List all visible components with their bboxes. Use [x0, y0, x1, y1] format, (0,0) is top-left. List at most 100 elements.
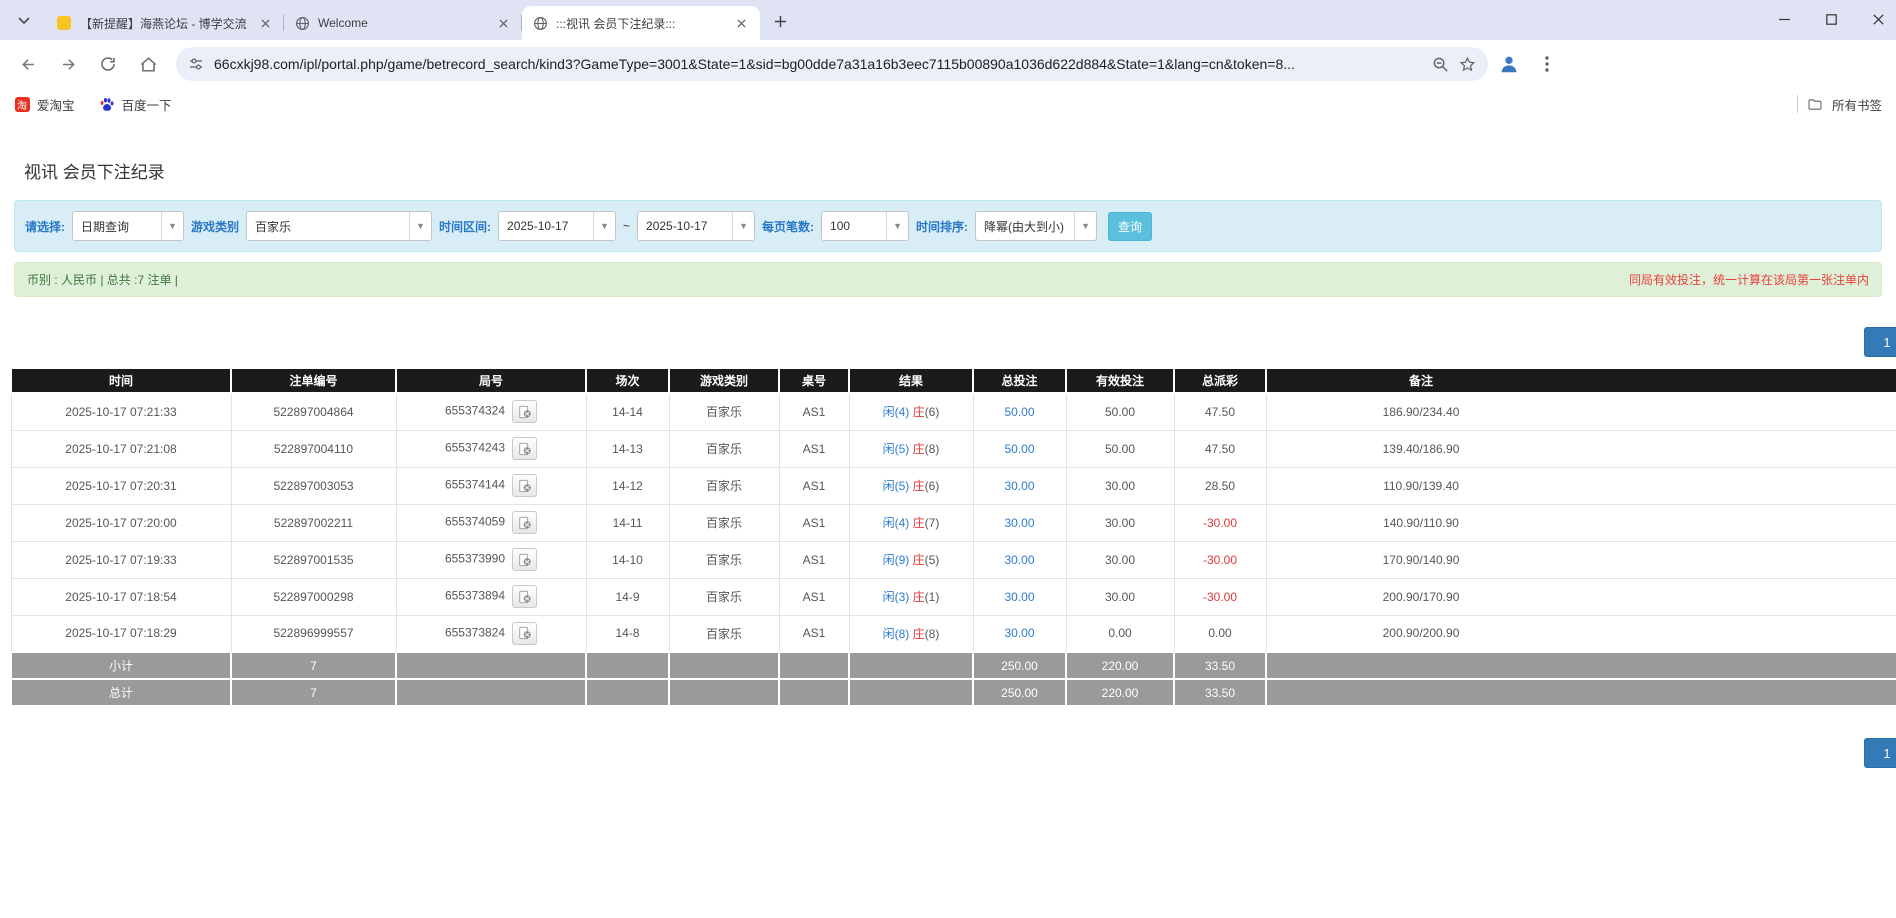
home-icon[interactable]	[130, 46, 166, 82]
maximize-icon[interactable]	[1808, 0, 1855, 38]
chevron-down-icon[interactable]: ▼	[409, 212, 431, 240]
game-type-select[interactable]: 百家乐▼	[246, 211, 432, 241]
video-replay-icon-button[interactable]	[512, 511, 537, 534]
sort-order-select[interactable]: 降幂(由大到小)▼	[975, 211, 1097, 241]
bookmarks-right: 所有书签	[1797, 95, 1882, 114]
taobao-icon: 淘	[14, 96, 30, 112]
summary-cell	[669, 652, 779, 679]
menu-kebab-icon[interactable]	[1530, 47, 1564, 81]
summary-cell	[396, 652, 586, 679]
table-row: 2025-10-17 07:20:31 522897003053 6553741…	[11, 467, 1896, 504]
cell-payout: 0.00	[1174, 615, 1266, 652]
column-header: 游戏类别	[669, 368, 779, 393]
bookmark-item[interactable]: 百度一下	[99, 95, 172, 114]
cell-total-bet: 30.00	[973, 615, 1066, 652]
zoom-icon[interactable]	[1432, 56, 1449, 73]
total-bet-link[interactable]: 30.00	[1004, 516, 1034, 530]
chevron-down-icon[interactable]: ▼	[161, 212, 183, 240]
profile-avatar-icon[interactable]	[1492, 47, 1526, 81]
cell-session: 14-9	[586, 578, 669, 615]
column-header: 场次	[586, 368, 669, 393]
forum-yellow-icon	[56, 15, 72, 31]
chevron-down-icon[interactable]: ▼	[1074, 212, 1096, 240]
forward-icon[interactable]	[50, 46, 86, 82]
cell-result: 闲(3) 庄(1)	[849, 578, 973, 615]
new-tab-button[interactable]	[766, 7, 794, 35]
cell-game-type: 百家乐	[669, 467, 779, 504]
browser-tab[interactable]: Welcome	[284, 6, 522, 40]
summary-row: 小计7250.00220.0033.50	[11, 652, 1896, 679]
cell-bet-number: 522897003053	[231, 467, 396, 504]
page-size-select[interactable]: 100▼	[821, 211, 909, 241]
pagination-button-bottom[interactable]: 1	[1864, 738, 1896, 768]
cell-table-number: AS1	[779, 541, 849, 578]
search-button[interactable]: 查询	[1108, 212, 1152, 241]
tab-close-icon[interactable]	[733, 15, 750, 32]
browser-tab[interactable]: :::视讯 会员下注纪录:::	[522, 6, 760, 40]
cell-remark: 170.90/140.90	[1266, 541, 1896, 578]
cell-session: 14-11	[586, 504, 669, 541]
cell-bet-number: 522897004864	[231, 393, 396, 430]
column-header: 总投注	[973, 368, 1066, 393]
url-text[interactable]: 66cxkj98.com/ipl/portal.php/game/betreco…	[214, 56, 1422, 72]
cell-result: 闲(9) 庄(5)	[849, 541, 973, 578]
cell-session: 14-8	[586, 615, 669, 652]
summary-cell: 250.00	[973, 679, 1066, 706]
game-type-label: 游戏类别	[191, 218, 239, 235]
cell-game-type: 百家乐	[669, 541, 779, 578]
column-header: 局号	[396, 368, 586, 393]
bookmarks-list: 淘爱淘宝 百度一下	[14, 95, 196, 114]
total-bet-link[interactable]: 30.00	[1004, 626, 1034, 640]
pagination-button-top[interactable]: 1	[1864, 327, 1896, 357]
video-replay-icon-button[interactable]	[512, 585, 537, 608]
cell-table-number: AS1	[779, 393, 849, 430]
video-replay-icon-button[interactable]	[512, 474, 537, 497]
date-from-select[interactable]: 2025-10-17▼	[498, 211, 616, 241]
browser-toolbar: 66cxkj98.com/ipl/portal.php/game/betreco…	[0, 40, 1896, 88]
cell-game-type: 百家乐	[669, 578, 779, 615]
date-separator: ~	[623, 219, 630, 233]
tab-search-button[interactable]	[10, 9, 38, 33]
video-replay-icon-button[interactable]	[512, 622, 537, 645]
bookmark-star-icon[interactable]	[1459, 56, 1476, 73]
date-to-select[interactable]: 2025-10-17▼	[637, 211, 755, 241]
query-type-select[interactable]: 日期查询▼	[72, 211, 184, 241]
back-icon[interactable]	[10, 46, 46, 82]
cell-time: 2025-10-17 07:21:33	[11, 393, 231, 430]
page-title: 视讯 会员下注纪录	[24, 158, 1896, 183]
url-bar[interactable]: 66cxkj98.com/ipl/portal.php/game/betreco…	[176, 47, 1488, 81]
browser-tab[interactable]: 【新提醒】海燕论坛 - 博学交流	[46, 6, 284, 40]
tab-title: 【新提醒】海燕论坛 - 博学交流	[80, 15, 249, 32]
all-bookmarks-label[interactable]: 所有书签	[1832, 95, 1882, 114]
tab-close-icon[interactable]	[495, 15, 512, 32]
bookmark-item[interactable]: 淘爱淘宝	[14, 95, 75, 114]
site-info-icon[interactable]	[188, 56, 204, 72]
close-icon[interactable]	[1855, 0, 1896, 38]
total-bet-link[interactable]: 50.00	[1004, 442, 1034, 456]
total-bet-link[interactable]: 30.00	[1004, 553, 1034, 567]
minimize-icon[interactable]	[1761, 0, 1808, 38]
cell-table-number: AS1	[779, 467, 849, 504]
column-header: 结果	[849, 368, 973, 393]
reload-icon[interactable]	[90, 46, 126, 82]
chevron-down-icon[interactable]: ▼	[886, 212, 908, 240]
chevron-down-icon[interactable]: ▼	[593, 212, 615, 240]
chevron-down-icon[interactable]: ▼	[732, 212, 754, 240]
summary-row: 总计7250.00220.0033.50	[11, 679, 1896, 706]
video-replay-icon-button[interactable]	[512, 400, 537, 423]
cell-game-type: 百家乐	[669, 430, 779, 467]
cell-valid-bet: 50.00	[1066, 393, 1174, 430]
summary-cell: 7	[231, 652, 396, 679]
video-replay-icon-button[interactable]	[512, 437, 537, 460]
cell-payout: -30.00	[1174, 541, 1266, 578]
tab-close-icon[interactable]	[257, 15, 274, 32]
total-bet-link[interactable]: 30.00	[1004, 479, 1034, 493]
column-header: 备注	[1266, 368, 1896, 393]
cell-table-number: AS1	[779, 615, 849, 652]
page-content: 视讯 会员下注纪录 请选择: 日期查询▼ 游戏类别 百家乐▼ 时间区间: 202…	[0, 120, 1896, 918]
cell-result: 闲(5) 庄(8)	[849, 430, 973, 467]
cell-total-bet: 30.00	[973, 504, 1066, 541]
video-replay-icon-button[interactable]	[512, 548, 537, 571]
total-bet-link[interactable]: 30.00	[1004, 590, 1034, 604]
total-bet-link[interactable]: 50.00	[1004, 405, 1034, 419]
